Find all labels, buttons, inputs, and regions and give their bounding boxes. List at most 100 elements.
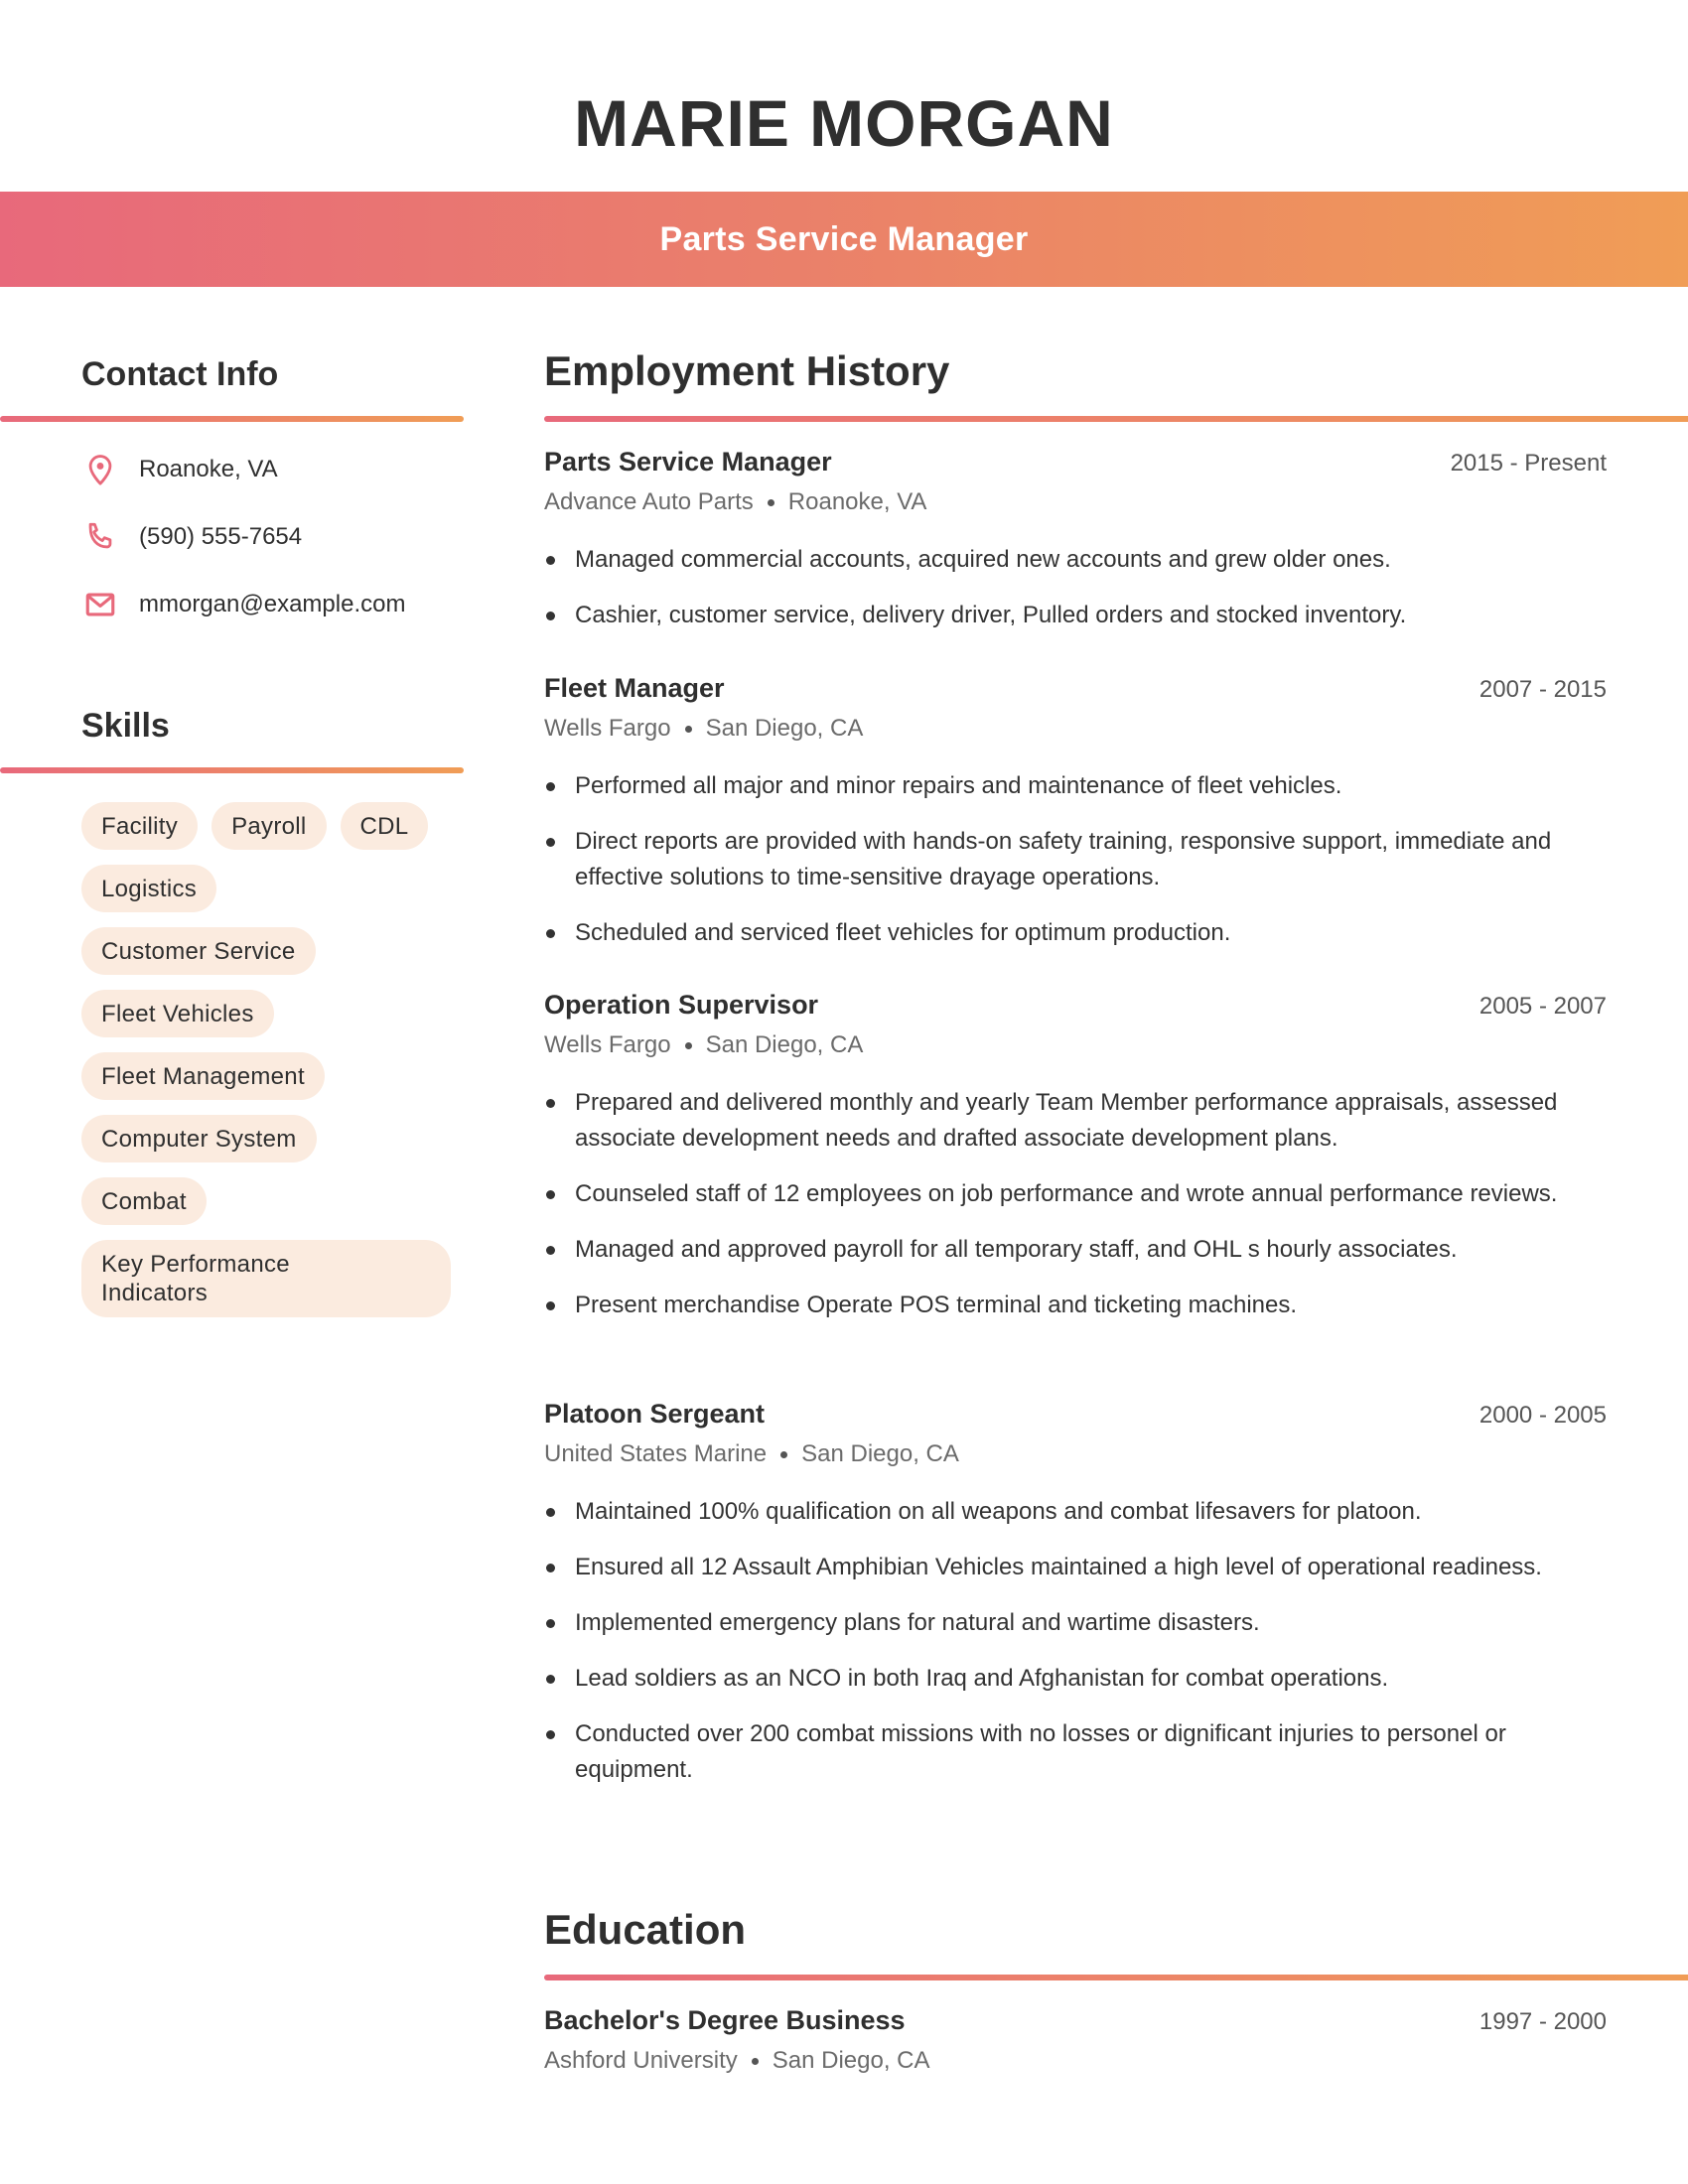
bullet-dot-icon: [544, 915, 575, 951]
bullet-text: Managed commercial accounts, acquired ne…: [575, 546, 1391, 573]
job-dates: 2005 - 2007: [1478, 993, 1607, 1020]
skills-list: Facility Payroll CDL Logistics Customer …: [81, 802, 459, 1317]
job-location: San Diego, CA: [705, 1031, 864, 1058]
job-bullet: Scheduled and serviced fleet vehicles fo…: [544, 915, 1607, 951]
job-entry: Parts Service Manager 2015 - Present Adv…: [544, 447, 1607, 653]
separator-dot: [684, 1041, 692, 1049]
bullet-dot-icon: [544, 1176, 575, 1212]
job-title-banner-text: Parts Service Manager: [659, 219, 1029, 258]
job-bullet: Ensured all 12 Assault Amphibian Vehicle…: [544, 1550, 1607, 1585]
contact-location: Roanoke, VA: [81, 450, 278, 489]
bullet-text: Prepared and delivered monthly and yearl…: [575, 1089, 1558, 1152]
email-icon: [81, 586, 119, 623]
contact-location-text: Roanoke, VA: [139, 456, 278, 482]
separator-dot: [780, 1450, 788, 1458]
skill-chip-text: Key Performance Indicators: [101, 1251, 290, 1306]
school-name: Ashford University: [544, 2047, 738, 2074]
skill-chip: Facility: [81, 802, 199, 850]
skill-chip: Fleet Management: [81, 1052, 325, 1100]
job-company: Wells Fargo: [544, 1031, 671, 1058]
job-title: Parts Service Manager: [544, 447, 832, 477]
bullet-text: Conducted over 200 combat missions with …: [575, 1720, 1506, 1783]
bullet-dot-icon: [544, 1288, 575, 1323]
job-bullet: Performed all major and minor repairs an…: [544, 768, 1607, 804]
job-bullet: Counseled staff of 12 employees on job p…: [544, 1176, 1607, 1212]
bullet-text: Scheduled and serviced fleet vehicles fo…: [575, 919, 1231, 946]
job-bullet: Conducted over 200 combat missions with …: [544, 1716, 1607, 1788]
bullet-dot-icon: [544, 1550, 575, 1585]
separator-dot: [767, 498, 774, 506]
bullet-dot-icon: [544, 1716, 575, 1788]
bullet-text: Lead soldiers as an NCO in both Iraq and…: [575, 1665, 1389, 1692]
education-dates: 1997 - 2000: [1478, 2008, 1607, 2035]
job-entry: Platoon Sergeant 2000 - 2005 United Stat…: [544, 1399, 1607, 1808]
job-dates: 2015 - Present: [1450, 450, 1607, 477]
bullet-text: Implemented emergency plans for natural …: [575, 1609, 1260, 1636]
contact-divider: [0, 416, 464, 422]
skill-chip: Customer Service: [81, 927, 316, 975]
bullet-dot-icon: [544, 598, 575, 633]
separator-dot: [684, 725, 692, 733]
skill-chip: Computer System: [81, 1115, 317, 1162]
employment-history-heading: Employment History: [544, 347, 950, 394]
bullet-text: Maintained 100% qualification on all wea…: [575, 1498, 1422, 1525]
job-bullet: Implemented emergency plans for natural …: [544, 1605, 1607, 1641]
skills-divider: [0, 767, 464, 773]
contact-email-text[interactable]: mmorgan@example.com: [139, 591, 405, 618]
bullet-text: Performed all major and minor repairs an…: [575, 772, 1342, 799]
job-bullet: Maintained 100% qualification on all wea…: [544, 1494, 1607, 1530]
bullet-dot-icon: [544, 1605, 575, 1641]
contact-phone: (590) 555-7654: [81, 517, 302, 557]
bullet-text: Present merchandise Operate POS terminal…: [575, 1292, 1298, 1318]
job-company: Advance Auto Parts: [544, 488, 754, 515]
skill-chip: Fleet Vehicles: [81, 990, 274, 1037]
title-banner: Parts Service Manager: [0, 192, 1688, 287]
job-dates: 2000 - 2005: [1478, 1402, 1607, 1429]
separator-dot: [751, 2057, 759, 2065]
bullet-dot-icon: [544, 542, 575, 578]
skill-chip: Payroll: [211, 802, 327, 850]
job-title: Fleet Manager: [544, 673, 725, 703]
skill-chip: CDL: [340, 802, 429, 850]
skill-chip: Combat: [81, 1177, 207, 1225]
skill-chip: Logistics: [81, 865, 217, 912]
bullet-text: Ensured all 12 Assault Amphibian Vehicle…: [575, 1554, 1542, 1580]
job-title: Platoon Sergeant: [544, 1399, 766, 1429]
location-pin-icon: [81, 451, 119, 488]
candidate-name: MARIE MORGAN: [574, 86, 1114, 160]
job-entry: Operation Supervisor 2005 - 2007 Wells F…: [544, 990, 1607, 1343]
bullet-text: Managed and approved payroll for all tem…: [575, 1236, 1458, 1263]
education-divider: [544, 1975, 1688, 1980]
school-location: San Diego, CA: [772, 2047, 930, 2074]
job-location: Roanoke, VA: [787, 488, 927, 515]
job-entry: Fleet Manager 2007 - 2015 Wells Fargo Sa…: [544, 673, 1607, 971]
skill-chip: Key Performance Indicators: [81, 1240, 451, 1317]
bullet-dot-icon: [544, 1085, 575, 1157]
contact-info-heading: Contact Info: [81, 355, 279, 393]
job-bullet: Lead soldiers as an NCO in both Iraq and…: [544, 1661, 1607, 1697]
education-entry: Bachelor's Degree Business 1997 - 2000 A…: [544, 2005, 1607, 2079]
job-bullet: Prepared and delivered monthly and yearl…: [544, 1085, 1607, 1157]
job-bullet: Managed commercial accounts, acquired ne…: [544, 542, 1607, 578]
job-bullet: Managed and approved payroll for all tem…: [544, 1232, 1607, 1268]
education-heading: Education: [544, 1906, 747, 1953]
bullet-dot-icon: [544, 1232, 575, 1268]
skills-heading: Skills: [81, 707, 170, 745]
bullet-text: Counseled staff of 12 employees on job p…: [575, 1180, 1558, 1207]
bullet-dot-icon: [544, 768, 575, 804]
job-bullet: Cashier, customer service, delivery driv…: [544, 598, 1607, 633]
job-bullet: Present merchandise Operate POS terminal…: [544, 1288, 1607, 1323]
job-location: San Diego, CA: [705, 715, 864, 742]
job-title: Operation Supervisor: [544, 990, 819, 1020]
contact-phone-text[interactable]: (590) 555-7654: [139, 523, 302, 551]
job-dates: 2007 - 2015: [1478, 676, 1607, 703]
employment-divider: [544, 416, 1688, 422]
job-location: San Diego, CA: [801, 1440, 959, 1467]
bullet-text: Direct reports are provided with hands-o…: [575, 828, 1552, 890]
phone-icon: [81, 518, 119, 556]
bullet-dot-icon: [544, 1661, 575, 1697]
job-bullet: Direct reports are provided with hands-o…: [544, 824, 1607, 895]
job-company: Wells Fargo: [544, 715, 671, 742]
bullet-text: Cashier, customer service, delivery driv…: [575, 602, 1407, 628]
bullet-dot-icon: [544, 824, 575, 895]
